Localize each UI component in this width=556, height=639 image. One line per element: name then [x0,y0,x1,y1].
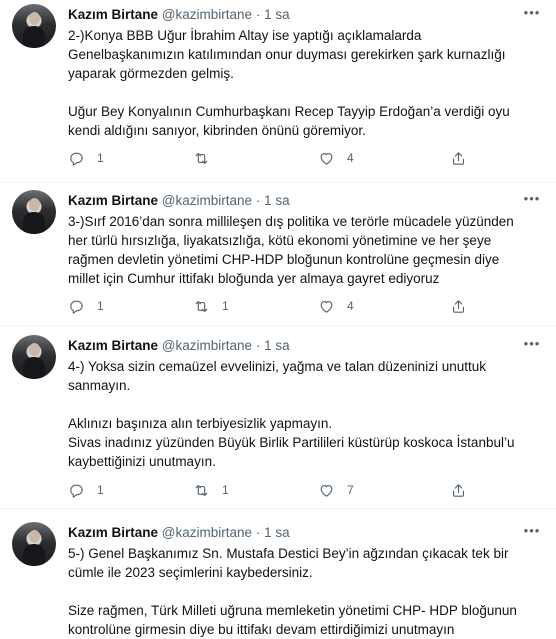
tweet-actions: 1 1 4 [68,296,468,316]
avatar[interactable] [12,335,56,379]
reply-icon [70,484,83,498]
timestamp[interactable]: 1 sa [264,7,290,22]
retweet-button[interactable] [193,148,222,168]
separator: · [255,525,261,540]
heart-icon [320,152,333,165]
tweet[interactable]: Kazım Birtane @kazimbirtane · 1 sa ••• 5… [0,509,556,637]
timestamp[interactable]: 1 sa [264,525,290,540]
avatar[interactable] [12,522,56,566]
like-button[interactable]: 7 [318,480,354,500]
tweet-actions: 1 4 [68,148,468,168]
tweet-actions: 1 1 7 [68,480,468,500]
share-button[interactable] [450,296,467,316]
tweet-header: Kazım Birtane @kazimbirtane · 1 sa [68,524,290,542]
tweet-text: 4-) Yoksa sizin cemaüzel evvelinizi, yağ… [68,357,544,471]
tweet-paragraph: 2-)Konya BBB Uğur İbrahim Altay ise yapt… [68,28,506,81]
share-button[interactable] [450,148,467,168]
retweet-icon [195,484,208,496]
retweet-count: 1 [222,483,229,497]
author-name[interactable]: Kazım Birtane [68,193,158,208]
author-handle[interactable]: @kazimbirtane [162,338,252,353]
tweet-paragraph: 4-) Yoksa sizin cemaüzel evvelinizi, yağ… [68,359,486,393]
reply-count: 1 [97,151,104,165]
tweet-text: 3-)Sırf 2016’dan sonra millileşen dış po… [68,212,544,288]
reply-icon [70,300,83,314]
retweet-button[interactable]: 1 [193,480,229,500]
tweet-paragraph: 3-)Sırf 2016’dan sonra millileşen dış po… [68,214,514,286]
author-name[interactable]: Kazım Birtane [68,338,158,353]
tweet[interactable]: Kazım Birtane @kazimbirtane · 1 sa ••• 2… [0,0,556,183]
tweet-paragraph: Aklınızı başınıza alın terbiyesizlik yap… [68,416,515,469]
reply-count: 1 [97,299,104,313]
separator: · [255,338,261,353]
tweet-header: Kazım Birtane @kazimbirtane · 1 sa [68,337,290,355]
retweet-button[interactable]: 1 [193,296,229,316]
reply-button[interactable]: 1 [68,296,104,316]
heart-icon [320,484,333,497]
author-handle[interactable]: @kazimbirtane [162,525,252,540]
heart-icon [320,300,333,313]
separator: · [255,7,261,22]
share-icon [452,299,465,313]
more-horizontal-icon[interactable]: ••• [522,6,542,24]
tweet-paragraph: 5-) Genel Başkanımız Sn. Mustafa Destici… [68,546,509,580]
retweet-icon [195,152,208,164]
timestamp[interactable]: 1 sa [264,193,290,208]
more-horizontal-icon[interactable]: ••• [522,337,542,355]
author-name[interactable]: Kazım Birtane [68,525,158,540]
tweet-text: 2-)Konya BBB Uğur İbrahim Altay ise yapt… [68,26,544,140]
retweet-count: 1 [222,299,229,313]
like-count: 7 [347,483,354,497]
reply-icon [70,152,83,166]
avatar[interactable] [12,4,56,48]
share-icon [452,483,465,497]
like-button[interactable]: 4 [318,296,354,316]
author-handle[interactable]: @kazimbirtane [162,7,252,22]
like-count: 4 [347,151,354,165]
timestamp[interactable]: 1 sa [264,338,290,353]
retweet-icon [195,300,208,312]
more-horizontal-icon[interactable]: ••• [522,524,542,542]
author-name[interactable]: Kazım Birtane [68,7,158,22]
like-count: 4 [347,299,354,313]
more-horizontal-icon[interactable]: ••• [522,192,542,210]
author-handle[interactable]: @kazimbirtane [162,193,252,208]
tweet-text: 5-) Genel Başkanımız Sn. Mustafa Destici… [68,544,544,639]
reply-button[interactable]: 1 [68,480,104,500]
share-button[interactable] [450,480,467,500]
separator: · [255,193,261,208]
reply-button[interactable]: 1 [68,148,104,168]
like-button[interactable]: 4 [318,148,354,168]
share-icon [452,151,465,165]
tweet-header: Kazım Birtane @kazimbirtane · 1 sa [68,6,290,24]
tweet[interactable]: Kazım Birtane @kazimbirtane · 1 sa ••• 4… [0,326,556,509]
reply-count: 1 [97,483,104,497]
tweet[interactable]: Kazım Birtane @kazimbirtane · 1 sa ••• 3… [0,183,556,326]
tweet-paragraph: Uğur Bey Konyalının Cumhurbaşkanı Recep … [68,104,510,138]
tweet-header: Kazım Birtane @kazimbirtane · 1 sa [68,192,290,210]
avatar[interactable] [12,190,56,234]
tweet-paragraph: Size rağmen, Türk Milleti uğruna memleke… [68,603,517,637]
